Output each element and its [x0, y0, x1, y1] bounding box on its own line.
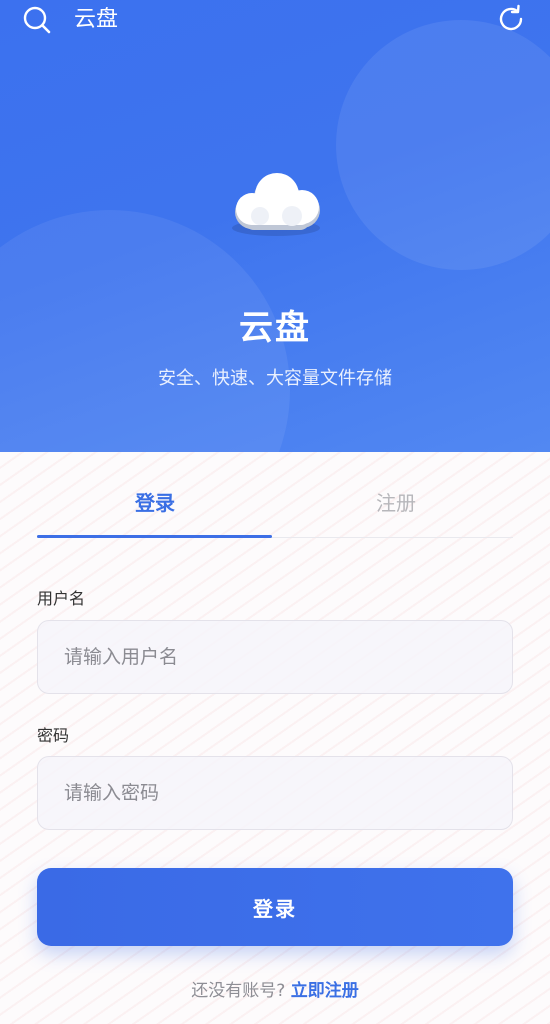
hero-banner: 云盘 云盘 安全、快速、大容量文件存储 — [0, 0, 550, 452]
cloud-icon — [222, 166, 330, 246]
login-page: 云盘 云盘 安全、快速、大容量文件存储 登录 注册 用户名 请输入用户名 密码 … — [0, 0, 550, 1024]
decor-circle-top — [336, 20, 550, 270]
password-label: 密码 — [37, 726, 70, 745]
password-input[interactable] — [37, 756, 513, 830]
hero-subtitle: 安全、快速、大容量文件存储 — [158, 368, 392, 389]
tab-register[interactable]: 注册 — [278, 486, 514, 520]
login-button[interactable]: 登录 — [37, 868, 513, 946]
search-icon[interactable] — [20, 2, 54, 36]
tab-active-indicator — [37, 535, 272, 538]
app-title: 云盘 — [74, 7, 119, 32]
username-label: 用户名 — [37, 589, 86, 608]
refresh-icon[interactable] — [494, 2, 528, 36]
hero-title: 云盘 — [239, 308, 311, 348]
username-input[interactable] — [37, 620, 513, 694]
register-prompt-text: 还没有账号? — [191, 981, 286, 1001]
tab-login[interactable]: 登录 — [37, 486, 273, 520]
register-link[interactable]: 立即注册 — [291, 981, 359, 1001]
register-prompt: 还没有账号? 立即注册 — [0, 976, 550, 1001]
